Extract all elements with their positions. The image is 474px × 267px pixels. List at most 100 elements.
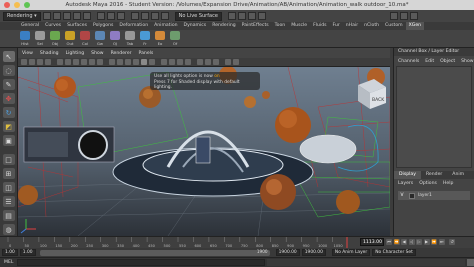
- shelf-button-obj[interactable]: Obj: [48, 31, 62, 47]
- shelf-button-sel[interactable]: Sel: [33, 31, 47, 47]
- lasso-tool-icon[interactable]: ◌: [2, 65, 15, 76]
- panel-menu-shading[interactable]: Shading: [40, 51, 59, 56]
- start-time-field[interactable]: 1.00: [2, 249, 18, 256]
- range-slider[interactable]: 1900: [39, 249, 270, 256]
- snap-grid-icon[interactable]: [130, 12, 139, 20]
- panel-menu-renderer[interactable]: Renderer: [111, 51, 132, 56]
- snap-point-icon[interactable]: [150, 12, 159, 20]
- step-back-key-icon[interactable]: ⏪: [393, 239, 400, 245]
- go-to-start-icon[interactable]: ⏮: [386, 239, 392, 245]
- safe-action-icon[interactable]: [97, 59, 103, 65]
- character-set-dropdown[interactable]: No Character Set: [372, 249, 416, 256]
- command-input[interactable]: [17, 259, 266, 266]
- layout-two-icon[interactable]: ◫: [2, 182, 15, 193]
- shelf-button-col[interactable]: Col: [78, 31, 92, 47]
- viewport-3d[interactable]: BACK: [18, 67, 390, 236]
- live-surface-dropdown[interactable]: No Live Surface: [174, 11, 222, 21]
- shelf-tab[interactable]: General: [18, 22, 42, 30]
- camera-attributes-icon[interactable]: [29, 59, 35, 65]
- snap-curve-icon[interactable]: [140, 12, 149, 20]
- undo-icon[interactable]: [72, 12, 81, 20]
- bookmark-icon[interactable]: [37, 59, 43, 65]
- rotate-tool-icon[interactable]: ↻: [2, 107, 15, 118]
- step-forward-key-icon[interactable]: ⏩: [431, 239, 437, 245]
- smooth-shade-icon[interactable]: [117, 59, 123, 65]
- last-tool-icon[interactable]: ▣: [2, 135, 15, 146]
- layer-menu-help[interactable]: Help: [443, 181, 453, 186]
- shelf-button-out[interactable]: Out: [63, 31, 77, 47]
- channel-menu-channels[interactable]: Channels: [398, 59, 419, 64]
- paint-select-icon[interactable]: ✎: [2, 79, 15, 90]
- layer-tab-anim[interactable]: Anim: [447, 171, 469, 179]
- shelf-tab[interactable]: Muscle: [288, 22, 310, 30]
- playback-end-field[interactable]: 1900.00: [275, 249, 300, 256]
- layer-tab-render[interactable]: Render: [421, 171, 447, 179]
- script-editor-icon[interactable]: [467, 259, 474, 266]
- wireframe-icon[interactable]: [109, 59, 115, 65]
- ambient-occlusion-icon[interactable]: [161, 59, 167, 65]
- scale-tool-icon[interactable]: ◩: [2, 121, 15, 132]
- ipr-render-icon[interactable]: [237, 12, 246, 20]
- shelf-button-fr[interactable]: Fr: [138, 31, 152, 47]
- new-scene-icon[interactable]: [42, 12, 51, 20]
- wireframe-on-shaded-icon[interactable]: [125, 59, 131, 65]
- resolution-gate-icon[interactable]: [73, 59, 79, 65]
- anim-layer-dropdown[interactable]: No Anim Layer: [331, 249, 371, 256]
- save-scene-icon[interactable]: [62, 12, 71, 20]
- layer-row[interactable]: V layer1: [398, 191, 470, 200]
- channel-box-icon[interactable]: [409, 12, 418, 20]
- shelf-tab[interactable]: Custom: [382, 22, 406, 30]
- exposure-icon[interactable]: [233, 59, 239, 65]
- layer-menu-layers[interactable]: Layers: [398, 181, 413, 186]
- command-language-label[interactable]: MEL: [4, 260, 13, 265]
- go-to-end-icon[interactable]: ⏭: [438, 239, 445, 245]
- shelf-tab[interactable]: PaintEffects: [239, 22, 272, 30]
- layer-visibility-toggle[interactable]: V: [398, 193, 406, 198]
- select-tool-icon[interactable]: ↖: [2, 51, 15, 62]
- layer-tab-display[interactable]: Display: [394, 171, 421, 179]
- loop-icon[interactable]: ↺: [449, 239, 455, 245]
- channel-menu-edit[interactable]: Edit: [425, 59, 434, 64]
- xray-icon[interactable]: [205, 59, 211, 65]
- shelf-tab[interactable]: nCloth: [361, 22, 382, 30]
- panel-menu-panels[interactable]: Panels: [139, 51, 154, 56]
- hypershade-layout-icon[interactable]: ◍: [2, 224, 15, 235]
- end-time-field[interactable]: 1900.00: [301, 249, 326, 256]
- snap-surface-icon[interactable]: [160, 12, 169, 20]
- field-chart-icon[interactable]: [89, 59, 95, 65]
- channel-menu-object[interactable]: Object: [440, 59, 455, 64]
- panel-menu-view[interactable]: View: [22, 51, 33, 56]
- select-component-icon[interactable]: [116, 12, 125, 20]
- shelf-button-eo[interactable]: Eo: [153, 31, 167, 47]
- menu-set-dropdown[interactable]: Rendering ▾: [3, 11, 41, 21]
- render-icon[interactable]: [227, 12, 236, 20]
- isolate-select-icon[interactable]: [197, 59, 203, 65]
- xray-joints-icon[interactable]: [213, 59, 219, 65]
- textured-icon[interactable]: [133, 59, 139, 65]
- redo-icon[interactable]: [82, 12, 91, 20]
- layer-color-swatch[interactable]: [409, 192, 415, 199]
- layout-four-icon[interactable]: ⊞: [2, 168, 15, 179]
- grid-toggle-icon[interactable]: [57, 59, 63, 65]
- shelf-tab-active[interactable]: XGen: [405, 22, 425, 30]
- channel-menu-show[interactable]: Show: [461, 59, 473, 64]
- shelf-tab[interactable]: Toon: [272, 22, 289, 30]
- gamma-icon[interactable]: [225, 59, 231, 65]
- current-frame-field[interactable]: 1113.00: [360, 238, 384, 246]
- outliner-layout-icon[interactable]: ☰: [2, 196, 15, 207]
- shelf-tab[interactable]: Animation: [151, 22, 180, 30]
- panel-menu-show[interactable]: Show: [91, 51, 103, 56]
- shelf-tab[interactable]: Polygons: [90, 22, 116, 30]
- shelf-tab[interactable]: Surfaces: [64, 22, 90, 30]
- shelf-tab[interactable]: Rendering: [209, 22, 238, 30]
- shelf-tab[interactable]: Dynamics: [181, 22, 210, 30]
- select-object-icon[interactable]: [106, 12, 115, 20]
- shelf-button-tab[interactable]: Tab: [123, 31, 137, 47]
- panel-menu-lighting[interactable]: Lighting: [66, 51, 85, 56]
- step-forward-frame-icon[interactable]: ▶: [423, 239, 430, 245]
- gate-mask-icon[interactable]: [81, 59, 87, 65]
- shelf-tab[interactable]: Fluids: [310, 22, 329, 30]
- multisample-icon[interactable]: [177, 59, 183, 65]
- attribute-editor-icon[interactable]: [389, 12, 398, 20]
- play-forward-icon[interactable]: ▷: [416, 239, 422, 245]
